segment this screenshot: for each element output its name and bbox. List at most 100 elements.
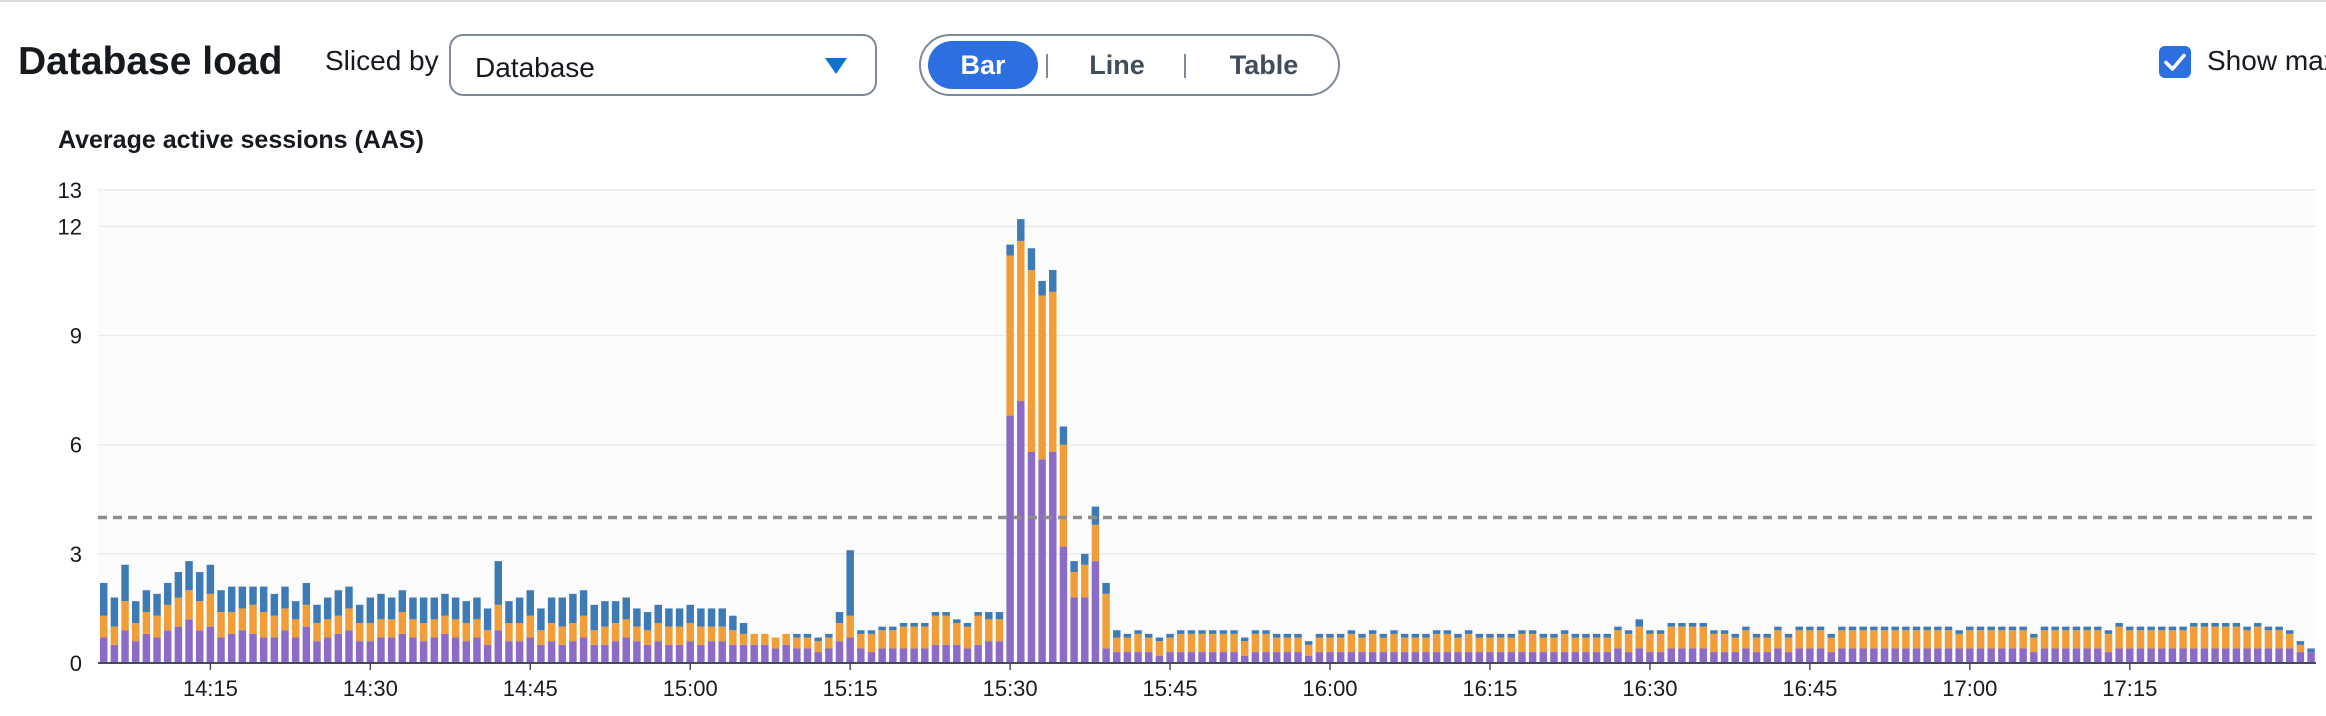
bar-segment xyxy=(1081,553,1089,565)
bar-segment xyxy=(441,633,449,663)
bar-segment xyxy=(1656,652,1665,663)
bar-segment xyxy=(291,619,300,638)
bar-segment xyxy=(1667,622,1675,627)
chart-title: Average active sessions (AAS) xyxy=(58,126,424,154)
bar-segment xyxy=(2126,626,2134,631)
bar-segment xyxy=(131,601,140,623)
bar-segment xyxy=(771,637,780,649)
x-tick-label: 14:30 xyxy=(343,676,398,701)
bar-segment xyxy=(1891,648,1899,663)
x-tick-label: 17:15 xyxy=(2102,676,2157,701)
y-tick-label: 3 xyxy=(70,542,82,567)
bar-segment xyxy=(1656,630,1665,634)
bar-segment xyxy=(1017,401,1025,663)
bar-segment xyxy=(1091,524,1100,562)
bar-segment xyxy=(451,637,460,663)
bar-segment xyxy=(1902,648,1910,663)
bar-segment xyxy=(1102,582,1110,594)
bar-segment xyxy=(1368,633,1377,653)
bar-segment xyxy=(547,622,556,642)
bar-segment xyxy=(1966,648,1974,663)
bar-segment xyxy=(494,630,503,663)
segment-divider xyxy=(1184,54,1186,78)
bar-segment xyxy=(1113,630,1121,638)
bar-segment xyxy=(1838,626,1846,631)
show-max-checkbox[interactable] xyxy=(2159,46,2191,78)
bar-segment xyxy=(2115,622,2123,627)
bar-segment xyxy=(259,586,268,613)
bar-segment xyxy=(345,608,353,631)
bar-segment xyxy=(1742,630,1750,649)
bar-segment xyxy=(1870,648,1878,663)
bar-segment xyxy=(601,601,609,627)
bar-segment xyxy=(793,637,801,649)
bar-segment xyxy=(1784,637,1793,653)
bar-segment xyxy=(1102,593,1110,649)
bar-segment xyxy=(1592,633,1601,638)
bar-segment xyxy=(1230,630,1238,634)
bar-segment xyxy=(2040,626,2049,631)
bar-segment xyxy=(697,644,705,663)
bar-segment xyxy=(1592,637,1601,653)
bar-segment xyxy=(921,648,929,663)
bar-segment xyxy=(249,633,257,663)
bar-segment xyxy=(686,604,694,623)
bar-segment xyxy=(2264,630,2273,649)
bar-segment xyxy=(963,626,972,649)
bar-segment xyxy=(1027,248,1036,271)
bar-segment xyxy=(100,615,108,638)
bar-segment xyxy=(2200,622,2209,627)
bar-segment xyxy=(281,586,289,609)
bar-segment xyxy=(665,626,673,645)
bar-segment xyxy=(1688,622,1697,627)
bar-segment xyxy=(793,648,801,663)
bar-segment xyxy=(974,612,982,616)
bar-segment xyxy=(1315,633,1324,638)
bar-segment xyxy=(1294,637,1302,653)
bar-segment xyxy=(1763,652,1771,663)
bar-segment xyxy=(654,604,662,623)
bar-segment xyxy=(313,641,321,663)
bar-segment xyxy=(1539,637,1548,653)
bar-segment xyxy=(227,612,236,634)
bar-segment xyxy=(153,593,161,616)
slice-select-value: Database xyxy=(475,52,595,83)
slice-select[interactable]: Database xyxy=(449,34,877,96)
bar-segment xyxy=(1432,652,1441,663)
bar-segment xyxy=(1219,630,1228,634)
bar-segment xyxy=(899,622,908,627)
bar-segment xyxy=(931,644,940,663)
bar-segment xyxy=(1198,652,1206,663)
bar-segment xyxy=(1582,637,1590,653)
bar-segment xyxy=(1443,630,1452,634)
bar-segment xyxy=(281,608,289,631)
bar-segment xyxy=(2126,630,2134,649)
table-view-button[interactable]: Table xyxy=(1196,41,1332,89)
bar-segment xyxy=(2040,648,2049,663)
bar-segment xyxy=(2094,626,2102,631)
bar-segment xyxy=(2104,630,2113,634)
bar-segment xyxy=(2168,626,2177,631)
bar-view-button[interactable]: Bar xyxy=(928,41,1038,89)
bar-segment xyxy=(675,608,684,627)
x-tick-label: 15:45 xyxy=(1143,676,1198,701)
bar-segment xyxy=(2179,648,2187,663)
bar-segment xyxy=(323,597,332,620)
bar-segment xyxy=(1326,652,1334,663)
bar-segment xyxy=(1720,652,1729,663)
bar-segment xyxy=(1400,633,1409,638)
bar-segment xyxy=(1368,630,1377,634)
bar-segment xyxy=(889,630,897,649)
bar-segment xyxy=(1017,219,1025,241)
bar-segment xyxy=(419,641,428,663)
bar-segment xyxy=(878,630,886,649)
bar-segment xyxy=(270,593,279,616)
bar-segment xyxy=(217,637,225,663)
bar-segment xyxy=(2158,630,2166,649)
bar-segment xyxy=(2275,648,2283,663)
bar-segment xyxy=(1539,633,1548,638)
bar-segment xyxy=(1624,633,1633,653)
bar-segment xyxy=(100,637,108,663)
line-view-button[interactable]: Line xyxy=(1057,41,1177,89)
bar-segment xyxy=(163,582,172,605)
